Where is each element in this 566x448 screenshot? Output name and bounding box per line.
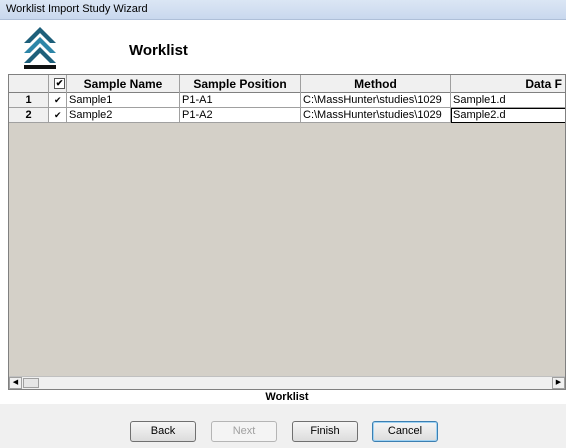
- cell-method[interactable]: C:\MassHunter\studies\1029: [301, 93, 451, 108]
- cell-sample-position[interactable]: P1-A2: [180, 108, 301, 123]
- row-number: 2: [9, 108, 49, 123]
- row-checkbox[interactable]: ✔: [49, 93, 67, 108]
- cell-method[interactable]: C:\MassHunter\studies\1029: [301, 108, 451, 123]
- arrow-left-icon[interactable]: ◀: [9, 377, 22, 389]
- cell-sample-name[interactable]: Sample1: [67, 93, 180, 108]
- next-button[interactable]: Next: [211, 421, 277, 442]
- horizontal-scrollbar[interactable]: ◀ ▶: [9, 376, 565, 389]
- wizard-header: Worklist: [0, 20, 566, 74]
- table-row[interactable]: 1 ✔ Sample1 P1-A1 C:\MassHunter\studies\…: [9, 93, 565, 108]
- row-number: 1: [9, 93, 49, 108]
- window-title: Worklist Import Study Wizard: [6, 3, 148, 15]
- cell-data-file[interactable]: Sample2.d: [451, 108, 565, 123]
- row-checkbox[interactable]: ✔: [49, 108, 67, 123]
- cell-sample-position[interactable]: P1-A1: [180, 93, 301, 108]
- column-header-select[interactable]: ✔: [49, 75, 67, 93]
- finish-button[interactable]: Finish: [292, 421, 358, 442]
- worklist-grid[interactable]: ✔ Sample Name Sample Position Method Dat…: [8, 74, 566, 390]
- scrollbar-thumb[interactable]: [23, 378, 39, 388]
- column-header-sample-name[interactable]: Sample Name: [67, 75, 180, 93]
- column-header-data-file[interactable]: Data F: [451, 75, 565, 93]
- cancel-button[interactable]: Cancel: [372, 421, 438, 442]
- cell-sample-name[interactable]: Sample2: [67, 108, 180, 123]
- arrow-right-icon[interactable]: ▶: [552, 377, 565, 389]
- double-chevron-up-icon: [24, 27, 56, 69]
- page-title: Worklist: [129, 42, 188, 59]
- table-row[interactable]: 2 ✔ Sample2 P1-A2 C:\MassHunter\studies\…: [9, 108, 565, 123]
- wizard-button-bar: Back Next Finish Cancel: [0, 404, 566, 448]
- column-header-sample-position[interactable]: Sample Position: [180, 75, 301, 93]
- column-header-row-number: [9, 75, 49, 93]
- column-header-method[interactable]: Method: [301, 75, 451, 93]
- title-bar: Worklist Import Study Wizard: [0, 0, 566, 20]
- back-button[interactable]: Back: [130, 421, 196, 442]
- cell-data-file[interactable]: Sample1.d: [451, 93, 565, 108]
- select-all-checkbox[interactable]: ✔: [54, 78, 65, 89]
- grid-caption: Worklist: [8, 390, 566, 404]
- grid-header-row: ✔ Sample Name Sample Position Method Dat…: [9, 75, 565, 93]
